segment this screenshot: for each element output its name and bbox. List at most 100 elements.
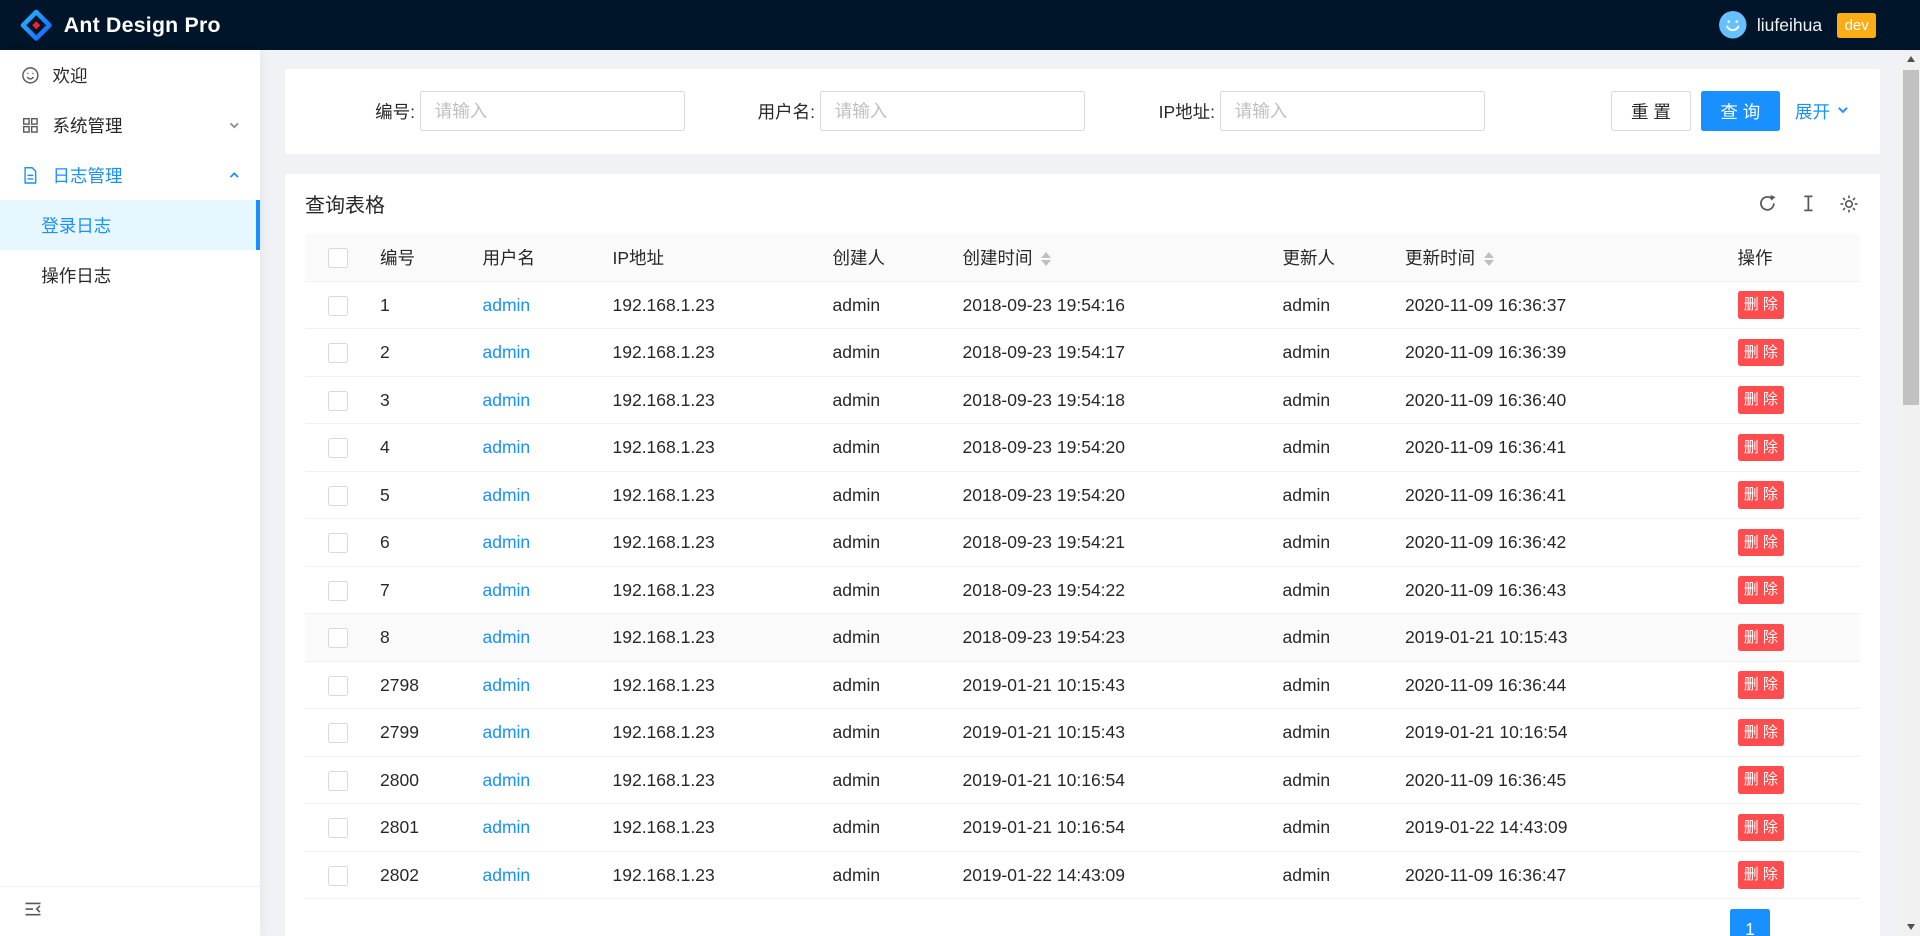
reload-icon[interactable] xyxy=(1756,193,1777,214)
column-header-actions: 操作 xyxy=(1728,234,1861,282)
username-link[interactable]: admin xyxy=(483,865,531,885)
row-checkbox[interactable] xyxy=(328,486,348,506)
cell-updater: admin xyxy=(1273,614,1396,662)
cell-updater: admin xyxy=(1273,661,1396,709)
expand-toggle[interactable]: 展开 xyxy=(1795,99,1850,124)
row-checkbox[interactable] xyxy=(328,343,348,363)
row-checkbox[interactable] xyxy=(328,771,348,791)
top-header: Ant Design Pro liufeihua dev xyxy=(0,0,1920,50)
row-checkbox[interactable] xyxy=(328,391,348,411)
cell-id: 8 xyxy=(370,614,473,662)
smile-icon xyxy=(20,65,40,85)
filter-card: 编号: 用户名: IP地址: 重 置 查 询 展开 xyxy=(285,69,1880,154)
column-header-created-time[interactable]: 创建时间 xyxy=(953,234,1273,282)
username-link[interactable]: admin xyxy=(483,770,531,790)
row-checkbox[interactable] xyxy=(328,723,348,743)
user-avatar[interactable] xyxy=(1719,11,1747,39)
delete-button[interactable]: 删 除 xyxy=(1738,481,1785,509)
delete-button[interactable]: 删 除 xyxy=(1738,624,1785,652)
reset-button[interactable]: 重 置 xyxy=(1611,91,1690,131)
row-checkbox[interactable] xyxy=(328,866,348,886)
cell-updated-time: 2020-11-09 16:36:47 xyxy=(1395,851,1728,899)
username-link[interactable]: admin xyxy=(483,817,531,837)
select-all-checkbox[interactable] xyxy=(328,248,348,268)
username-link[interactable]: admin xyxy=(483,342,531,362)
cell-updated-time: 2020-11-09 16:36:45 xyxy=(1395,756,1728,804)
sidebar-item-log[interactable]: 日志管理 xyxy=(0,150,260,200)
table-row: 2800 admin 192.168.1.23 admin 2019-01-21… xyxy=(305,756,1860,804)
row-checkbox[interactable] xyxy=(328,581,348,601)
cell-id: 1 xyxy=(370,281,473,329)
sorter-icon[interactable] xyxy=(1041,252,1051,267)
username-link[interactable]: admin xyxy=(483,532,531,552)
delete-button[interactable]: 删 除 xyxy=(1738,861,1785,889)
row-checkbox[interactable] xyxy=(328,296,348,316)
sidebar: 欢迎 系统管理 xyxy=(0,50,260,936)
row-checkbox[interactable] xyxy=(328,438,348,458)
scrollbar-thumb[interactable] xyxy=(1903,70,1919,405)
id-field-label: 编号: xyxy=(315,99,420,124)
table-row: 3 admin 192.168.1.23 admin 2018-09-23 19… xyxy=(305,376,1860,424)
table-row: 4 admin 192.168.1.23 admin 2018-09-23 19… xyxy=(305,424,1860,472)
sidebar-item-label: 欢迎 xyxy=(53,63,88,88)
filter-item-username: 用户名: xyxy=(715,91,1085,131)
column-height-icon[interactable] xyxy=(1798,193,1819,214)
row-checkbox[interactable] xyxy=(328,628,348,648)
cell-id: 2798 xyxy=(370,661,473,709)
username-input[interactable] xyxy=(820,91,1085,131)
cell-updater: admin xyxy=(1273,756,1396,804)
cell-id: 4 xyxy=(370,424,473,472)
username-field-label: 用户名: xyxy=(715,99,820,124)
search-button[interactable]: 查 询 xyxy=(1701,91,1780,131)
username-link[interactable]: admin xyxy=(483,722,531,742)
app-title: Ant Design Pro xyxy=(64,13,221,38)
delete-button[interactable]: 删 除 xyxy=(1738,339,1785,367)
delete-button[interactable]: 删 除 xyxy=(1738,766,1785,794)
ip-input[interactable] xyxy=(1220,91,1485,131)
results-table: 编号 用户名 IP地址 创建人 创建时间 更新人 更新时间 操作 xyxy=(305,234,1860,900)
username-link[interactable]: admin xyxy=(483,295,531,315)
scrollbar-up-arrow[interactable] xyxy=(1901,50,1920,69)
username-link[interactable]: admin xyxy=(483,675,531,695)
sidebar-item-operation-log[interactable]: 操作日志 xyxy=(0,250,260,300)
delete-button[interactable]: 删 除 xyxy=(1738,386,1785,414)
header-user-area: liufeihua dev xyxy=(1719,11,1876,39)
id-input[interactable] xyxy=(420,91,685,131)
sidebar-item-system[interactable]: 系统管理 xyxy=(0,100,260,150)
cell-id: 7 xyxy=(370,566,473,614)
cell-id: 6 xyxy=(370,519,473,567)
row-checkbox[interactable] xyxy=(328,676,348,696)
delete-button[interactable]: 删 除 xyxy=(1738,671,1785,699)
delete-button[interactable]: 删 除 xyxy=(1738,576,1785,604)
cell-id: 2799 xyxy=(370,709,473,757)
user-name[interactable]: liufeihua xyxy=(1757,15,1822,36)
table-body: 1 admin 192.168.1.23 admin 2018-09-23 19… xyxy=(305,281,1860,899)
settings-gear-icon[interactable] xyxy=(1839,193,1860,214)
column-header-updated-time[interactable]: 更新时间 xyxy=(1395,234,1728,282)
table-row: 6 admin 192.168.1.23 admin 2018-09-23 19… xyxy=(305,519,1860,567)
username-link[interactable]: admin xyxy=(483,437,531,457)
vertical-scrollbar[interactable] xyxy=(1901,50,1920,936)
username-link[interactable]: admin xyxy=(483,390,531,410)
username-link[interactable]: admin xyxy=(483,627,531,647)
row-checkbox[interactable] xyxy=(328,818,348,838)
delete-button[interactable]: 删 除 xyxy=(1738,434,1785,462)
delete-button[interactable]: 删 除 xyxy=(1738,719,1785,747)
delete-button[interactable]: 删 除 xyxy=(1738,814,1785,842)
cell-created-time: 2018-09-23 19:54:16 xyxy=(953,281,1273,329)
sidebar-item-login-log[interactable]: 登录日志 xyxy=(0,200,260,250)
sorter-icon[interactable] xyxy=(1484,252,1494,267)
sidebar-item-welcome[interactable]: 欢迎 xyxy=(0,50,260,100)
pagination-item-active[interactable]: 1 xyxy=(1730,909,1770,936)
row-checkbox[interactable] xyxy=(328,533,348,553)
delete-button[interactable]: 删 除 xyxy=(1738,291,1785,319)
cell-updated-time: 2020-11-09 16:36:40 xyxy=(1395,376,1728,424)
sidebar-collapse-trigger[interactable] xyxy=(0,886,260,936)
delete-button[interactable]: 删 除 xyxy=(1738,529,1785,557)
filter-item-ip: IP地址: xyxy=(1115,91,1485,131)
scrollbar-down-arrow[interactable] xyxy=(1901,918,1920,936)
app-logo xyxy=(20,9,53,42)
username-link[interactable]: admin xyxy=(483,580,531,600)
username-link[interactable]: admin xyxy=(483,485,531,505)
cell-creator: admin xyxy=(823,804,953,852)
